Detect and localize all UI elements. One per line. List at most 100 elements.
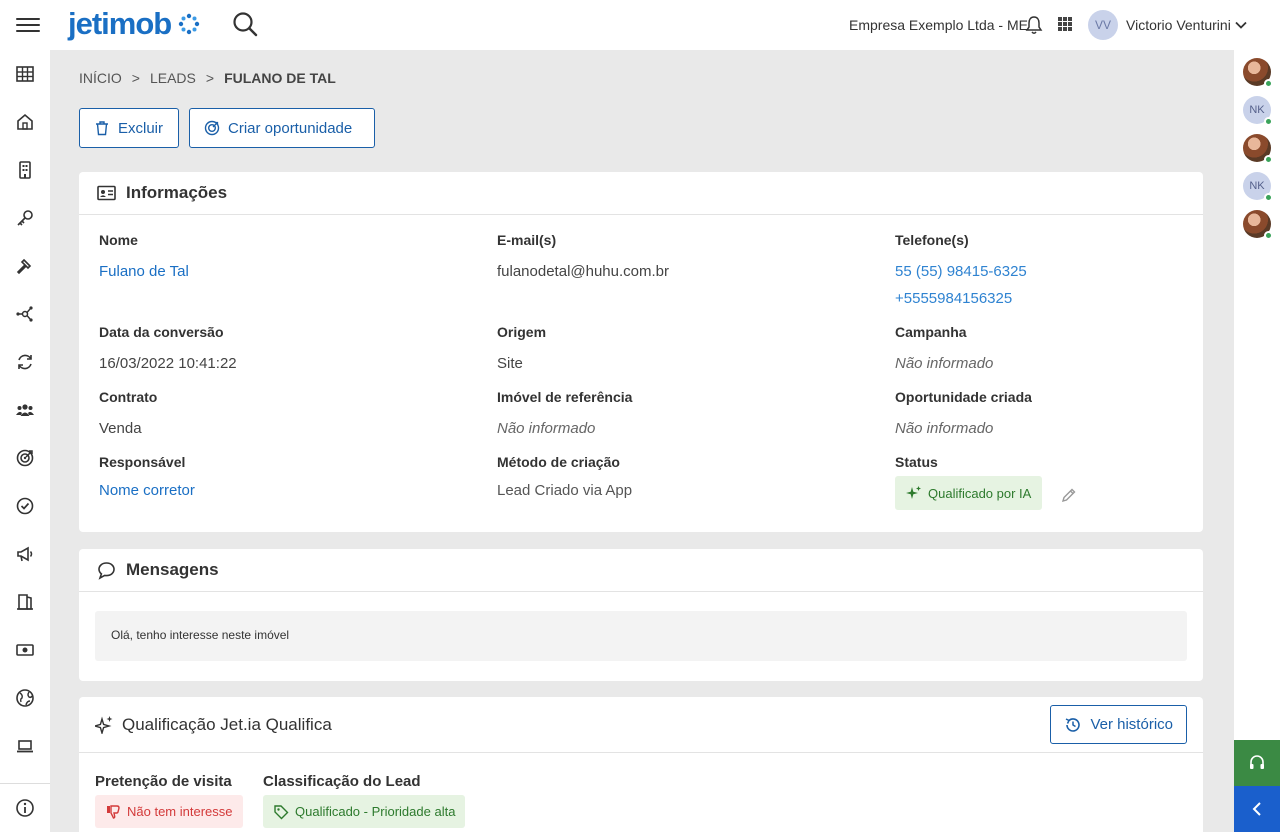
field-label: Pretenção de visita [95,773,232,790]
sidebar-footer [0,783,50,832]
home-icon[interactable] [15,112,35,132]
online-indicator [1264,231,1273,240]
headset-icon [1250,755,1264,769]
history-icon [1066,717,1081,732]
field-label: Data da conversão [99,324,224,340]
field-metodo: Método de criação Lead Criado via App [497,454,632,502]
conversion-date-value: 16/03/2022 10:41:22 [99,355,237,372]
sparkle-icon [906,486,921,499]
breadcrumb-separator: > [205,70,215,86]
field-label: Origem [497,324,547,340]
online-users-rail: NK NK [1234,50,1280,832]
field-visit-intent: Pretenção de visita Não tem interesse [95,773,243,828]
sparkle-icon [95,716,113,734]
lead-classification-badge: Qualificado - Prioridade alta [263,795,466,828]
online-indicator [1264,117,1273,126]
field-label: Método de criação [497,454,620,470]
field-contrato: Contrato Venda [99,389,157,442]
opportunity-value: Não informado [895,420,994,437]
field-label: Classificação do Lead [263,773,421,790]
chevron-down-icon[interactable] [1234,18,1248,32]
field-label: Responsável [99,454,186,470]
field-origem: Origem Site [497,324,546,377]
check-circle-icon[interactable] [15,496,35,516]
field-campanha: Campanha Não informado [895,324,993,377]
field-email: E-mail(s) fulanodetal@huhu.com.br [497,232,669,285]
info-card: Informações Nome Fulano de Tal E-mail(s)… [79,172,1203,532]
field-label: Telefone(s) [895,232,969,248]
qualification-card-title: Qualificação Jet.ia Qualifica [122,714,332,734]
contract-value: Venda [99,420,142,437]
network-icon[interactable] [15,304,35,324]
breadcrumb-home[interactable]: INÍCIO [79,70,122,86]
delete-button-label: Excluir [118,119,164,137]
thumbs-down-icon [107,804,120,819]
visit-intent-badge: Não tem interesse [95,795,243,828]
users-icon[interactable] [15,400,35,420]
create-opportunity-button[interactable]: Criar oportunidade [189,108,375,148]
creation-method-value: Lead Criado via App [497,482,633,499]
field-data-conversao: Data da conversão 16/03/2022 10:41:22 [99,324,237,377]
status-label: Qualificado por IA [928,485,1032,501]
breadcrumb-current: FULANO DE TAL [224,70,336,86]
responsible-link[interactable]: Nome corretor [99,480,195,502]
visit-intent-value: Não tem interesse [127,804,233,819]
apps-grid-icon[interactable] [1058,17,1072,31]
phone-link[interactable]: +5555984156325 [895,285,1027,312]
support-button[interactable] [1234,740,1280,786]
avatar-initials: NK [1249,180,1265,192]
delete-button[interactable]: Excluir [79,108,179,148]
money-icon[interactable] [15,640,35,660]
target-icon [204,120,220,136]
field-label: Oportunidade criada [895,389,1032,405]
pencil-icon[interactable] [1060,487,1077,504]
lead-name-link[interactable]: Fulano de Tal [99,258,189,285]
globe-icon[interactable] [15,688,35,708]
field-imovel: Imóvel de referência Não informado [497,389,632,442]
online-indicator [1264,193,1273,202]
collapse-rail-button[interactable] [1234,786,1280,832]
online-indicator [1264,79,1273,88]
view-history-button[interactable]: Ver histórico [1050,705,1187,744]
phone-link[interactable]: 55 (55) 98415-6325 [895,258,1027,285]
user-name[interactable]: Victorio Venturini [1126,17,1231,33]
field-label: Status [895,454,938,470]
user-avatar-photo[interactable] [1243,134,1273,164]
user-avatar-nk[interactable]: NK [1243,96,1273,126]
bell-icon[interactable] [1025,15,1043,35]
building-icon[interactable] [15,160,35,180]
key-icon[interactable] [15,208,35,228]
user-avatar-photo[interactable] [1243,58,1273,88]
logo-text: jetimob [68,6,172,41]
messages-card-header: Mensagens [79,549,1203,592]
refresh-icon[interactable] [15,352,35,372]
info-icon[interactable] [15,798,35,818]
origin-value: Site [497,355,523,372]
breadcrumb-separator: > [131,70,140,86]
user-avatar-nk[interactable]: NK [1243,172,1273,202]
user-avatar[interactable]: VV [1088,10,1118,40]
dashboard-grid-icon[interactable] [15,64,35,84]
messages-card: Mensagens Olá, tenho interesse neste imó… [79,549,1203,681]
laptop-icon[interactable] [15,736,35,756]
chevron-left-icon [1252,802,1261,816]
door-icon[interactable] [15,592,35,612]
company-name[interactable]: Empresa Exemplo Ltda - ME [849,17,1028,33]
hammer-icon[interactable] [15,256,35,276]
target-icon[interactable] [15,448,35,468]
field-label: Nome [99,232,138,248]
user-avatar-photo[interactable] [1243,210,1273,240]
messages-card-title: Mensagens [126,560,219,579]
info-card-title: Informações [126,183,228,202]
field-telefone: Telefone(s) 55 (55) 98415-6325 +55559841… [895,232,1027,312]
field-oportunidade: Oportunidade criada Não informado [895,389,1032,442]
logo[interactable]: jetimob [68,6,201,42]
qualification-card-header: Qualificação Jet.ia Qualifica [79,697,1203,753]
search-icon[interactable] [231,10,259,38]
breadcrumb-leads[interactable]: LEADS [150,70,196,86]
chat-bubble-icon [98,561,115,580]
megaphone-icon[interactable] [15,544,35,564]
online-indicator [1264,155,1273,164]
menu-icon[interactable] [16,14,40,36]
field-lead-classification: Classificação do Lead Qualificado - Prio… [263,773,466,828]
